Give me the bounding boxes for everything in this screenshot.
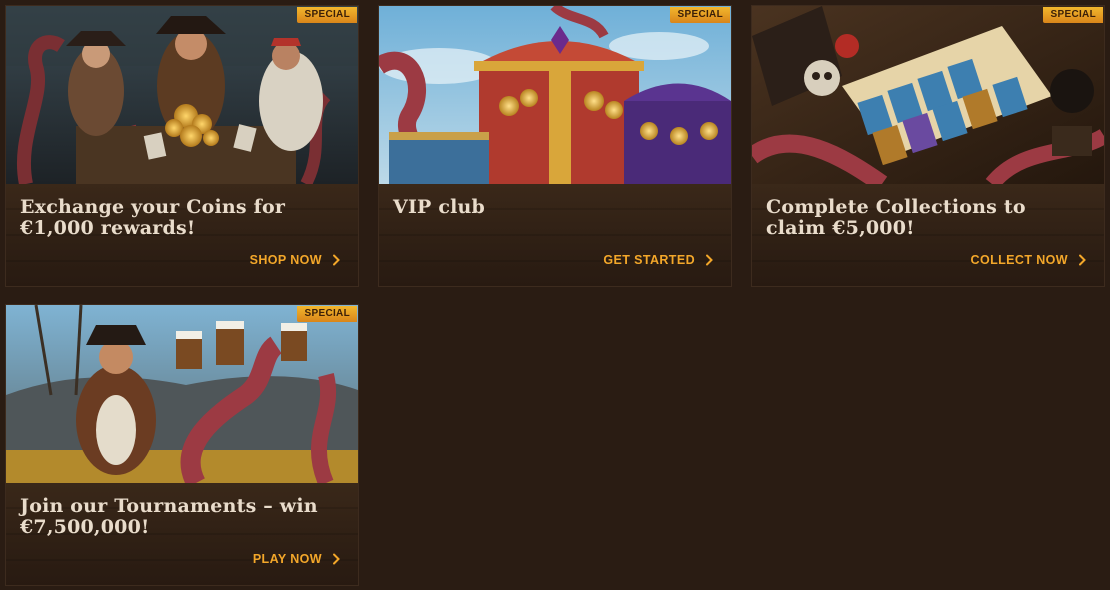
cta-label: PLAY NOW	[252, 552, 322, 566]
promo-title: VIP club	[393, 196, 486, 218]
shop-now-button[interactable]: SHOP NOW	[250, 253, 342, 267]
promo-image-pirate-captain	[6, 305, 358, 483]
cta-label: GET STARTED	[603, 253, 695, 267]
special-badge: SPECIAL	[669, 7, 730, 23]
cta-label: SHOP NOW	[249, 253, 322, 267]
promo-panel: VIP club GET STARTED	[379, 184, 731, 286]
promo-image-card-album	[752, 6, 1104, 184]
special-badge: SPECIAL	[296, 7, 357, 23]
promo-card-tournaments[interactable]: SPECIAL Join our Tournaments – win €7,50…	[5, 304, 359, 586]
promo-card-collections[interactable]: SPECIAL Complete Collections to claim €5…	[751, 5, 1105, 287]
promo-image-treasure-chests	[379, 6, 731, 184]
promo-card-vip-club[interactable]: SPECIAL VIP club GET STARTED	[378, 5, 732, 287]
chevron-right-icon	[1079, 254, 1086, 266]
promo-image-pirates-trading	[6, 6, 358, 184]
promo-title: Join our Tournaments – win €7,500,000!	[20, 495, 318, 538]
chevron-right-icon	[333, 254, 340, 266]
chevron-right-icon	[333, 553, 340, 565]
promo-panel: Join our Tournaments – win €7,500,000! P…	[6, 483, 358, 585]
promo-card-exchange-coins[interactable]: SPECIAL Exchange your Coins for €1,000 r…	[5, 5, 359, 287]
get-started-button[interactable]: GET STARTED	[603, 253, 715, 267]
promo-panel: Exchange your Coins for €1,000 rewards! …	[6, 184, 358, 286]
play-now-button[interactable]: PLAY NOW	[253, 552, 342, 566]
cta-label: COLLECT NOW	[970, 253, 1068, 267]
promo-title: Complete Collections to claim €5,000!	[766, 196, 1026, 239]
special-badge: SPECIAL	[296, 306, 357, 322]
promo-title: Exchange your Coins for €1,000 rewards!	[20, 196, 286, 239]
collect-now-button[interactable]: COLLECT NOW	[971, 253, 1088, 267]
chevron-right-icon	[706, 254, 713, 266]
special-badge: SPECIAL	[1042, 7, 1103, 23]
promo-panel: Complete Collections to claim €5,000! CO…	[752, 184, 1104, 286]
promotions-grid: SPECIAL Exchange your Coins for €1,000 r…	[0, 0, 1110, 590]
